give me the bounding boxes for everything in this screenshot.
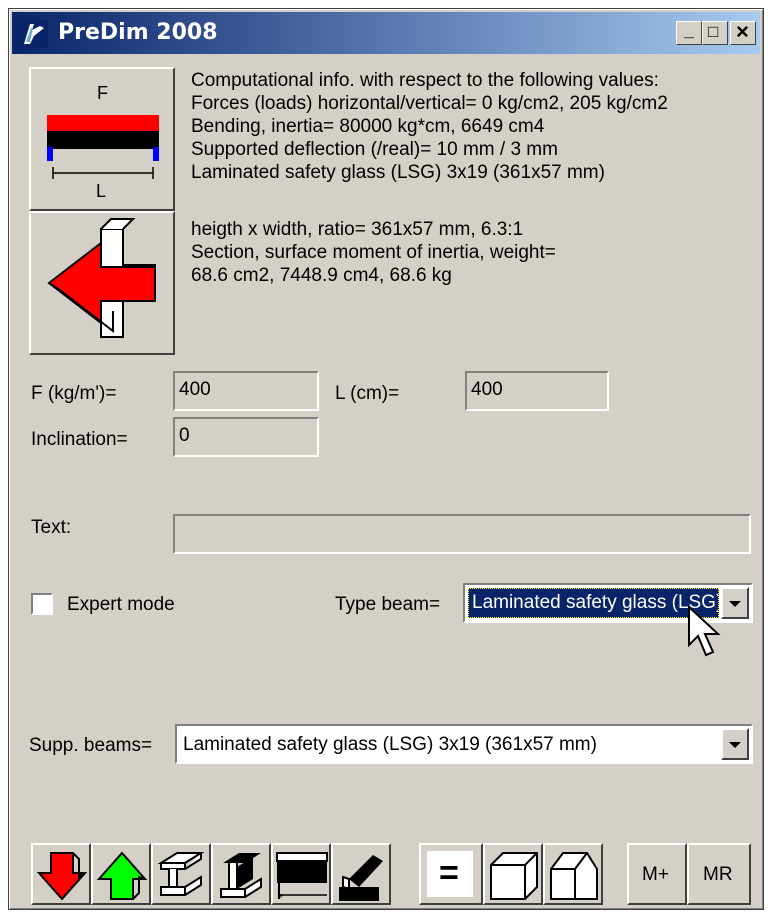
predim-window: PreDim 2008 _ □ × F L Computational info… <box>8 8 764 910</box>
window-title: PreDim 2008 <box>58 20 218 45</box>
text-label: Text: <box>31 517 72 538</box>
type-beam-value: Laminated safety glass (LSG) 3x19 (361x5… <box>472 592 719 613</box>
supp-beams-label: Supp. beams= <box>29 735 153 756</box>
mouse-cursor-icon <box>688 605 721 657</box>
steel-profile-icon <box>220 853 262 898</box>
memory-recall-label: MR <box>703 864 733 885</box>
title-bar[interactable]: PreDim 2008 _ □ × <box>12 12 760 54</box>
supp-beams-dropdown-button[interactable] <box>721 728 749 760</box>
column-support-icon <box>339 855 383 901</box>
memory-add-button[interactable]: M+ <box>627 843 687 905</box>
info-line-1: Computational info. with respect to the … <box>191 70 659 91</box>
cube-icon <box>490 852 538 900</box>
svg-text:*: * <box>279 893 283 903</box>
beam-section-icon: * <box>276 852 328 903</box>
back-arrow-button[interactable] <box>29 211 175 355</box>
equals-button[interactable]: = <box>419 843 483 905</box>
inclination-label: Inclination= <box>31 429 128 450</box>
info-line-2: Forces (loads) horizontal/vertical= 0 kg… <box>191 93 668 114</box>
close-icon: × <box>736 19 749 44</box>
house-view-button[interactable] <box>543 843 603 905</box>
info-line-3: Bending, inertia= 80000 kg*cm, 6649 cm4 <box>191 116 545 137</box>
beam-load-icon: F L <box>47 83 159 201</box>
expert-mode-label: Expert mode <box>67 594 175 615</box>
info-line-6: heigth x width, ratio= 361x57 mm, 6.3:1 <box>191 219 524 240</box>
beam-diagram-button[interactable]: F L <box>29 67 175 211</box>
memory-recall-button[interactable]: MR <box>687 843 751 905</box>
maximize-button[interactable]: □ <box>702 21 728 45</box>
house-icon <box>550 852 598 900</box>
inclination-input[interactable]: 0 <box>173 417 319 457</box>
memory-add-label: M+ <box>642 864 669 885</box>
i-beam-icon <box>157 852 205 896</box>
info-line-5: Laminated safety glass (LSG) 3x19 (361x5… <box>191 162 605 183</box>
chevron-down-icon <box>729 742 741 748</box>
load-down-button[interactable] <box>31 843 91 905</box>
length-label: L <box>96 181 106 201</box>
maximize-icon: □ <box>708 22 719 41</box>
minimize-icon: _ <box>684 20 695 40</box>
info-line-8: 68.6 cm2, 7448.9 cm4, 68.6 kg <box>191 265 452 286</box>
force-label: F <box>97 83 108 103</box>
app-logo-icon <box>20 20 48 48</box>
close-button[interactable]: × <box>730 19 756 45</box>
type-beam-selection-highlight: Laminated safety glass (LSG) 3x19 (361x5… <box>468 588 719 618</box>
load-up-button[interactable] <box>91 843 151 905</box>
minimize-button[interactable]: _ <box>676 20 702 45</box>
expert-mode-checkbox[interactable] <box>31 593 53 615</box>
l-label: L (cm)= <box>335 383 400 404</box>
type-beam-label: Type beam= <box>335 594 441 615</box>
info-line-4: Supported deflection (/real)= 10 mm / 3 … <box>191 139 558 160</box>
steel-beam-profile-button[interactable] <box>211 843 271 905</box>
column-support-button[interactable] <box>331 843 391 905</box>
i-beam-profile-button[interactable] <box>151 843 211 905</box>
equals-box: = <box>427 851 473 897</box>
beam-section-button[interactable]: * <box>271 843 331 905</box>
supp-beams-select[interactable]: Laminated safety glass (LSG) 3x19 (361x5… <box>175 724 753 764</box>
text-input[interactable] <box>173 514 751 554</box>
green-up-arrow-icon <box>96 851 148 900</box>
f-label: F (kg/m')= <box>31 383 117 404</box>
equals-label: = <box>439 854 459 892</box>
l-input[interactable]: 400 <box>465 371 609 411</box>
cube-view-button[interactable] <box>483 843 543 905</box>
supp-beams-value: Laminated safety glass (LSG) 3x19 (361x5… <box>183 734 597 755</box>
f-input[interactable]: 400 <box>173 371 319 411</box>
info-line-7: Section, surface moment of inertia, weig… <box>191 242 556 263</box>
red-down-arrow-icon <box>36 852 88 901</box>
back-arrow-icon <box>47 218 156 338</box>
